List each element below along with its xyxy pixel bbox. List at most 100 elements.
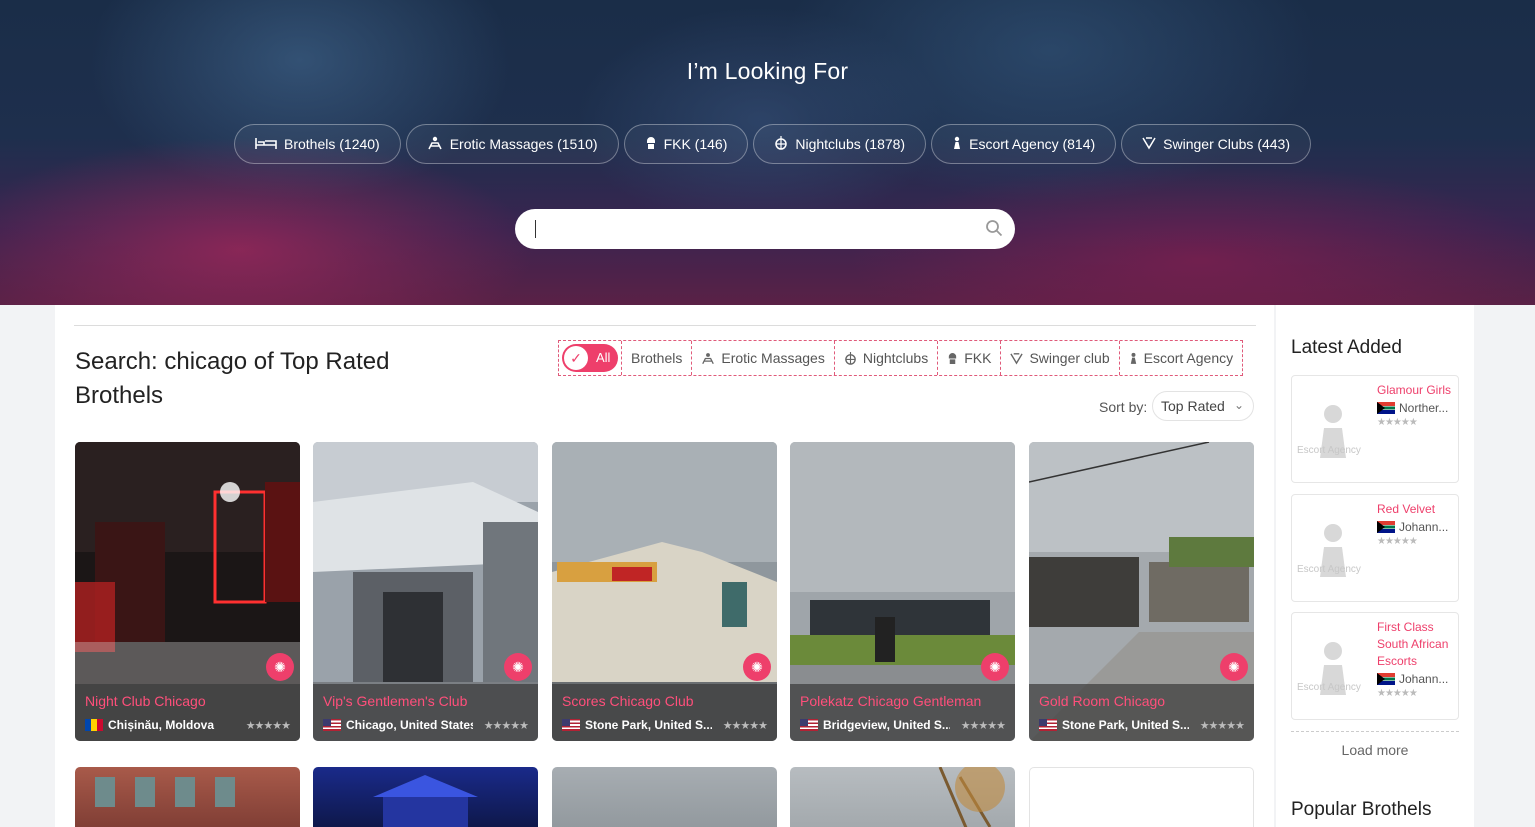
listing-card[interactable]: ✺ Night Club Chicago Chișinău, Moldova ★…	[75, 442, 300, 741]
filter-swinger-club[interactable]: Swinger club	[1001, 341, 1120, 375]
category-swinger-clubs[interactable]: Swinger Clubs (443)	[1121, 124, 1312, 164]
listing-location: Bridgeview, United S...	[800, 718, 950, 732]
category-escort-agency[interactable]: Escort Agency (814)	[931, 124, 1117, 164]
listing-location: Chișinău, Moldova	[85, 718, 235, 732]
listing-name[interactable]: Scores Chicago Club	[562, 693, 767, 709]
search-input[interactable]	[535, 217, 975, 241]
category-label: Nightclubs (1878)	[795, 136, 906, 152]
listing-card[interactable]	[1029, 767, 1254, 827]
disco-ball-icon	[845, 351, 856, 365]
filter-brothels[interactable]: Brothels	[622, 341, 693, 375]
listing-photo	[373, 775, 478, 827]
hero-title: I’m Looking For	[686, 58, 849, 84]
filter-erotic-massages[interactable]: Erotic Massages	[692, 341, 835, 375]
filter-nightclubs[interactable]: Nightclubs	[834, 341, 939, 375]
rating-stars: ★★★★★	[1377, 536, 1418, 547]
listing-name[interactable]: Vip's Gentlemen's Club	[323, 693, 528, 709]
category-label: Erotic Massages (1510)	[449, 136, 598, 152]
latest-item[interactable]: Escort Agency Red Velvet Johann... ★★★★★	[1291, 494, 1459, 602]
filter-label: Nightclubs	[862, 350, 929, 366]
south-africa-flag-icon	[1377, 673, 1395, 685]
latest-item-location: Johann...	[1377, 672, 1455, 686]
disco-ball-icon[interactable]: ✺	[504, 653, 532, 681]
disco-ball-icon[interactable]: ✺	[1220, 653, 1248, 681]
latest-added-title: Latest Added	[1291, 337, 1402, 358]
bed-icon	[255, 136, 277, 153]
disco-ball-icon[interactable]: ✺	[266, 653, 294, 681]
latest-item-name[interactable]: Glamour Girls	[1377, 382, 1455, 399]
latest-item[interactable]: Escort Agency First Class South African …	[1291, 612, 1459, 720]
disco-ball-icon[interactable]: ✺	[981, 653, 1009, 681]
massage-icon	[702, 352, 715, 364]
listing-photo	[95, 777, 235, 807]
listing-card[interactable]: ✺ Scores Chicago Club Stone Park, United…	[552, 442, 777, 741]
category-brothels[interactable]: Brothels (1240)	[234, 124, 401, 164]
rating-stars: ★★★★★	[483, 720, 529, 732]
us-flag-icon	[1039, 719, 1057, 731]
divider	[74, 325, 1256, 326]
filter-label: Escort Agency	[1143, 350, 1234, 366]
filter-fkk[interactable]: FKK	[938, 341, 1002, 375]
results-panel: Search: chicago of Top Rated Brothels ✓ …	[55, 305, 1274, 827]
sauna-icon	[949, 352, 957, 364]
listing-card[interactable]: ✺ Polekatz Chicago Gentleman Bridgeview,…	[790, 442, 1015, 741]
filter-label: Erotic Massages	[721, 350, 825, 366]
sort-select[interactable]: Top Rated ⌄	[1152, 391, 1254, 421]
category-fkk[interactable]: FKK (146)	[623, 124, 749, 164]
rating-stars: ★★★★★	[1377, 417, 1418, 428]
us-flag-icon	[562, 719, 580, 731]
moldova-flag-icon	[85, 719, 103, 731]
location-text: Norther...	[1399, 401, 1449, 415]
listing-name[interactable]: Night Club Chicago	[85, 693, 290, 709]
us-flag-icon	[800, 719, 818, 731]
placeholder-label: Escort Agency	[1297, 445, 1361, 456]
all-toggle[interactable]: ✓ All	[562, 344, 618, 372]
location-text: Chicago, United States	[346, 718, 473, 732]
filter-label: Swinger club	[1029, 350, 1110, 366]
filter-escort-agency[interactable]: Escort Agency	[1119, 341, 1243, 375]
placeholder-label: Escort Agency	[1297, 564, 1361, 575]
hero-banner: I’m Looking For Brothels (1240) Erotic M…	[0, 0, 1535, 305]
check-icon: ✓	[564, 346, 588, 370]
sort-value: Top Rated	[1161, 398, 1225, 414]
listing-card[interactable]	[790, 767, 1015, 827]
search-icon[interactable]	[985, 219, 1003, 237]
filter-all[interactable]: ✓ All	[559, 341, 622, 375]
south-africa-flag-icon	[1377, 521, 1395, 533]
latest-item-name[interactable]: Red Velvet	[1377, 501, 1455, 518]
category-label: Escort Agency (814)	[969, 136, 1096, 152]
search-bar[interactable]	[515, 209, 1015, 249]
sidebar: Latest Added Escort Agency Glamour Girls…	[1276, 305, 1474, 827]
category-nightclubs[interactable]: Nightclubs (1878)	[753, 124, 927, 164]
latest-item[interactable]: Escort Agency Glamour Girls Norther... ★…	[1291, 375, 1459, 483]
location-text: Stone Park, United S...	[1062, 718, 1189, 732]
listing-name[interactable]: Polekatz Chicago Gentleman	[800, 693, 1005, 709]
listing-name[interactable]: Gold Room Chicago	[1039, 693, 1244, 709]
category-erotic-massages[interactable]: Erotic Massages (1510)	[405, 124, 619, 164]
location-text: Chișinău, Moldova	[108, 718, 215, 732]
disco-ball-icon[interactable]: ✺	[743, 653, 771, 681]
category-label: FKK (146)	[663, 136, 728, 152]
listing-card[interactable]: ✺ Vip's Gentlemen's Club Chicago, United…	[313, 442, 538, 741]
text-caret	[535, 220, 536, 238]
us-flag-icon	[323, 719, 341, 731]
listing-card[interactable]	[313, 767, 538, 827]
popular-brothels-title: Popular Brothels	[1291, 799, 1432, 820]
rating-stars: ★★★★★	[245, 720, 291, 732]
sauna-icon	[645, 136, 657, 153]
listing-card[interactable]: ✺ Gold Room Chicago Stone Park, United S…	[1029, 442, 1254, 741]
latest-item-name[interactable]: First Class South African Escorts	[1377, 619, 1455, 670]
listing-photo	[938, 767, 1005, 827]
swinger-icon	[1010, 352, 1024, 364]
load-more-button[interactable]: Load more	[1291, 731, 1459, 758]
placeholder-label: Escort Agency	[1297, 682, 1361, 693]
listing-card[interactable]	[75, 767, 300, 827]
listing-card[interactable]	[552, 767, 777, 827]
category-label: Brothels (1240)	[284, 136, 380, 152]
filter-all-label: All	[596, 350, 611, 365]
filter-label: Brothels	[631, 350, 683, 366]
listing-location: Stone Park, United S...	[1039, 718, 1189, 732]
woman-icon	[1130, 352, 1136, 364]
rating-stars: ★★★★★	[722, 720, 768, 732]
massage-icon	[427, 136, 443, 153]
